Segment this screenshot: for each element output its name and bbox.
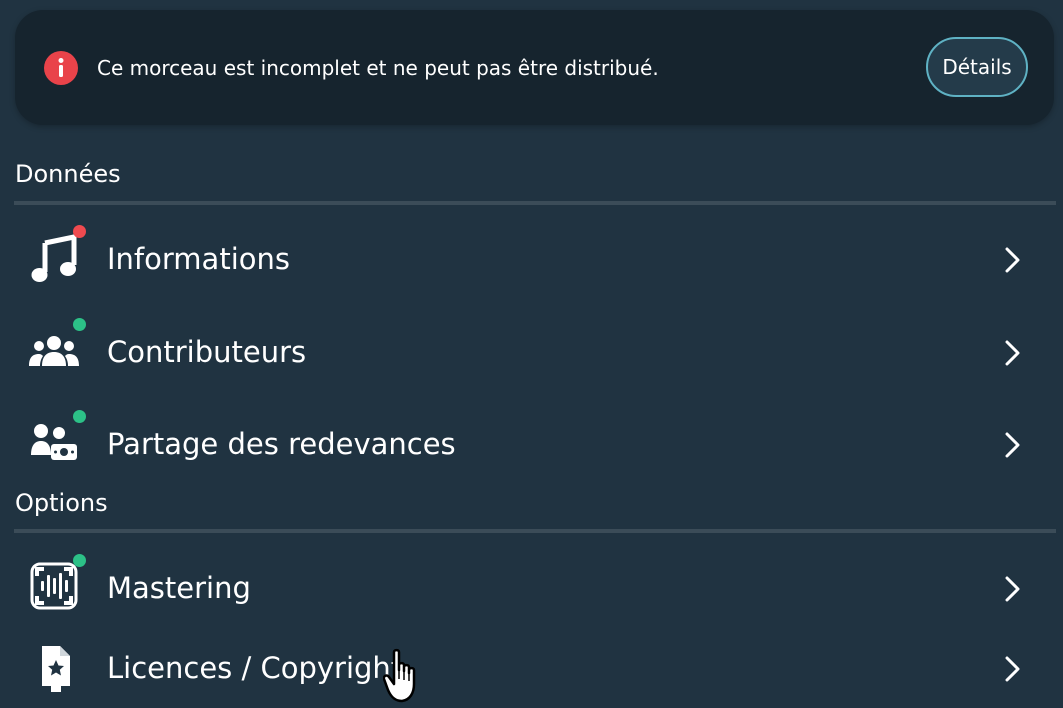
status-dot-incomplete <box>73 225 86 238</box>
details-button[interactable]: Détails <box>926 37 1028 97</box>
section-divider <box>14 201 1056 205</box>
row-partage-des-redevances[interactable]: Partage des redevances <box>14 404 1056 484</box>
users-money-icon <box>28 416 80 468</box>
status-dot-complete <box>73 554 86 567</box>
chevron-right-icon <box>1005 656 1020 682</box>
row-informations[interactable]: Informations <box>14 219 1056 299</box>
row-label-contributeurs: Contributeurs <box>107 335 307 369</box>
certificate-icon <box>28 640 80 692</box>
exclamation-circle-icon <box>44 51 78 85</box>
row-mastering[interactable]: Mastering <box>14 548 1056 628</box>
users-group-icon <box>28 324 80 376</box>
chevron-right-icon <box>1005 432 1020 458</box>
chevron-right-icon <box>1005 340 1020 366</box>
section-title-data: Données <box>15 160 121 188</box>
music-note-icon <box>28 231 80 283</box>
row-contributeurs[interactable]: Contributeurs <box>14 312 1056 392</box>
incomplete-track-alert: Ce morceau est incomplet et ne peut pas … <box>15 10 1054 125</box>
status-dot-complete <box>73 318 86 331</box>
row-label-mastering: Mastering <box>107 571 251 605</box>
row-label-informations: Informations <box>107 242 290 276</box>
section-title-options: Options <box>15 489 108 517</box>
chevron-right-icon <box>1005 247 1020 273</box>
row-label-licences-copyright: Licences / Copyright <box>107 651 403 685</box>
section-divider <box>14 529 1056 533</box>
row-label-partage-des-redevances: Partage des redevances <box>107 427 456 461</box>
status-dot-complete <box>73 410 86 423</box>
waveform-icon <box>28 560 80 612</box>
alert-message: Ce morceau est incomplet et ne peut pas … <box>97 56 659 80</box>
chevron-right-icon <box>1005 576 1020 602</box>
row-licences-copyright[interactable]: Licences / Copyright <box>14 628 1056 708</box>
